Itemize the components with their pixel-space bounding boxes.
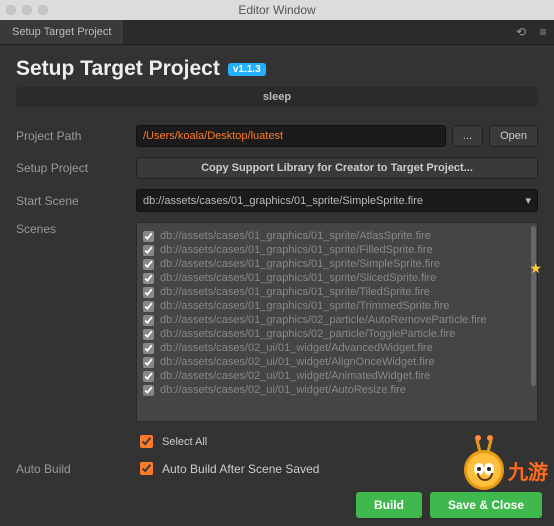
scrollbar[interactable] — [531, 226, 536, 386]
window-title: Editor Window — [0, 3, 554, 17]
scene-checkbox[interactable] — [143, 231, 154, 242]
scene-item[interactable]: db://assets/cases/01_graphics/01_sprite/… — [141, 285, 533, 299]
scene-checkbox[interactable] — [143, 245, 154, 256]
tab-bar: Setup Target Project ⟲ ≡ — [0, 20, 554, 45]
start-scene-value: db://assets/cases/01_graphics/01_sprite/… — [143, 195, 423, 207]
scene-path: db://assets/cases/02_ui/01_widget/AlignO… — [160, 356, 435, 368]
scene-checkbox[interactable] — [143, 343, 154, 354]
scene-item[interactable]: db://assets/cases/02_ui/01_widget/AutoRe… — [141, 383, 533, 397]
scene-path: db://assets/cases/01_graphics/01_sprite/… — [160, 230, 431, 242]
scene-item[interactable]: db://assets/cases/01_graphics/01_sprite/… — [141, 243, 533, 257]
subtitle: sleep — [16, 87, 538, 107]
scene-path: db://assets/cases/01_graphics/02_particl… — [160, 328, 455, 340]
build-button[interactable]: Build — [356, 492, 422, 518]
star-icon: ★ — [529, 260, 542, 277]
scene-item[interactable]: db://assets/cases/01_graphics/02_particl… — [141, 327, 533, 341]
select-all-checkbox[interactable] — [140, 435, 153, 448]
scene-path: db://assets/cases/01_graphics/01_sprite/… — [160, 272, 436, 284]
chevron-down-icon: ▾ — [525, 194, 531, 207]
brand-text: 九游 — [508, 456, 548, 485]
scene-path: db://assets/cases/02_ui/01_widget/AutoRe… — [160, 384, 406, 396]
label-start-scene: Start Scene — [16, 194, 136, 208]
scene-item[interactable]: db://assets/cases/02_ui/01_widget/Advanc… — [141, 341, 533, 355]
scene-checkbox[interactable] — [143, 287, 154, 298]
scene-path: db://assets/cases/01_graphics/02_particl… — [160, 314, 487, 326]
scene-path: db://assets/cases/02_ui/01_widget/Animat… — [160, 370, 430, 382]
scene-checkbox[interactable] — [143, 371, 154, 382]
scene-path: db://assets/cases/01_graphics/01_sprite/… — [160, 300, 449, 312]
label-scenes: Scenes — [16, 222, 136, 236]
scene-path: db://assets/cases/01_graphics/01_sprite/… — [160, 286, 430, 298]
scene-checkbox[interactable] — [143, 329, 154, 340]
label-project-path: Project Path — [16, 129, 136, 143]
auto-build-checkbox[interactable] — [140, 462, 153, 475]
select-all-label: Select All — [162, 436, 207, 448]
scene-checkbox[interactable] — [143, 357, 154, 368]
copy-library-button[interactable]: Copy Support Library for Creator to Targ… — [136, 157, 538, 179]
tab-setup-target[interactable]: Setup Target Project — [0, 20, 123, 44]
scene-checkbox[interactable] — [143, 315, 154, 326]
scene-checkbox[interactable] — [143, 301, 154, 312]
scenes-list: db://assets/cases/01_graphics/01_sprite/… — [136, 222, 538, 422]
scene-item[interactable]: db://assets/cases/01_graphics/01_sprite/… — [141, 299, 533, 313]
page-title: Setup Target Project — [16, 57, 220, 81]
scene-item[interactable]: db://assets/cases/01_graphics/01_sprite/… — [141, 257, 533, 271]
brand-logo: 九游 — [464, 450, 548, 490]
label-auto-build: Auto Build — [16, 462, 136, 476]
mascot-icon — [464, 450, 504, 490]
scene-item[interactable]: db://assets/cases/02_ui/01_widget/Animat… — [141, 369, 533, 383]
project-path-input[interactable] — [136, 125, 446, 147]
browse-button[interactable]: ... — [452, 125, 483, 147]
mac-titlebar: Editor Window — [0, 0, 554, 20]
label-setup-project: Setup Project — [16, 161, 136, 175]
auto-build-text: Auto Build After Scene Saved — [162, 462, 319, 476]
scene-item[interactable]: db://assets/cases/01_graphics/02_particl… — [141, 313, 533, 327]
scene-checkbox[interactable] — [143, 273, 154, 284]
scene-item[interactable]: db://assets/cases/01_graphics/01_sprite/… — [141, 229, 533, 243]
scene-item[interactable]: db://assets/cases/01_graphics/01_sprite/… — [141, 271, 533, 285]
start-scene-select[interactable]: db://assets/cases/01_graphics/01_sprite/… — [136, 189, 538, 212]
version-badge: v1.1.3 — [228, 63, 266, 76]
refresh-icon[interactable]: ⟲ — [510, 25, 532, 39]
menu-icon[interactable]: ≡ — [532, 25, 554, 39]
scene-path: db://assets/cases/01_graphics/01_sprite/… — [160, 258, 440, 270]
scene-checkbox[interactable] — [143, 259, 154, 270]
scene-checkbox[interactable] — [143, 385, 154, 396]
scene-item[interactable]: db://assets/cases/02_ui/01_widget/AlignO… — [141, 355, 533, 369]
open-button[interactable]: Open — [489, 125, 538, 147]
scene-path: db://assets/cases/02_ui/01_widget/Advanc… — [160, 342, 433, 354]
save-close-button[interactable]: Save & Close — [430, 492, 542, 518]
scene-path: db://assets/cases/01_graphics/01_sprite/… — [160, 244, 433, 256]
